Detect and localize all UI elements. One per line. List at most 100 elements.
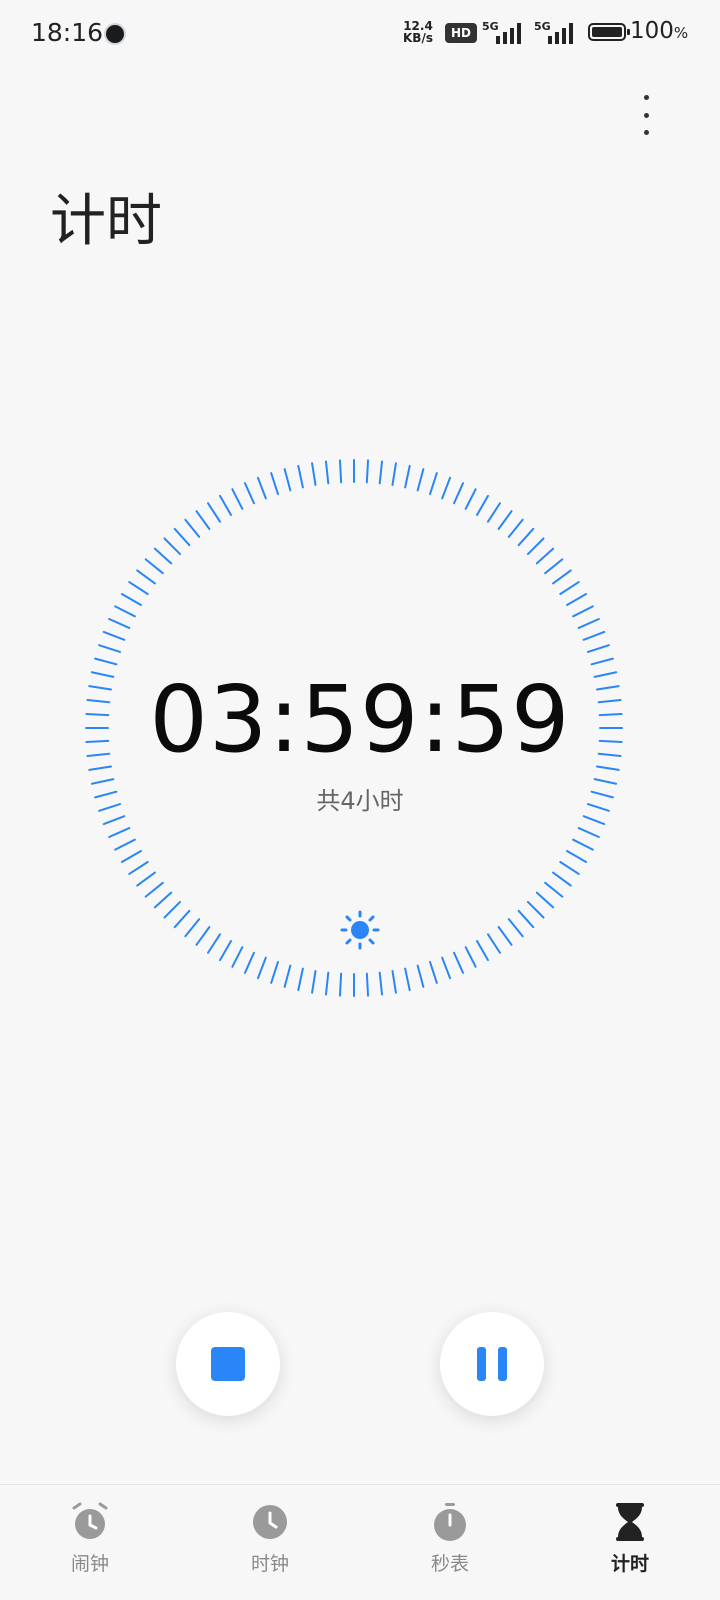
dial-tick [441, 956, 452, 980]
timer-screen: 18:16 12.4 KB/s HD 5G 5G 100% 计时 03:59:5… [0, 0, 720, 1600]
dial-tick [497, 510, 513, 530]
dial-tick [128, 860, 149, 875]
nav-stopwatch-label: 秒表 [430, 1553, 469, 1575]
more-options-icon[interactable] [636, 95, 656, 135]
dial-tick [517, 909, 535, 929]
dial-tick [572, 605, 594, 618]
dial-tick [572, 838, 594, 851]
dial-tick [114, 838, 136, 851]
status-time: 18:16 [31, 18, 104, 47]
dial-tick [136, 871, 156, 887]
dial-tick [108, 827, 131, 839]
dial-tick [195, 510, 211, 530]
dial-tick [365, 972, 370, 997]
dial-tick [404, 464, 411, 489]
sun-icon[interactable] [340, 910, 380, 950]
dial-tick [378, 460, 384, 485]
dial-tick [464, 946, 477, 968]
dial-tick [297, 967, 304, 992]
pause-icon [477, 1347, 507, 1381]
dial-tick [144, 558, 164, 575]
dial-tick [577, 827, 600, 839]
dial-tick [102, 815, 126, 826]
dial-tick [297, 464, 304, 489]
dial-tick [153, 547, 173, 565]
signal-1-icon: 5G [482, 18, 532, 48]
dial-tick [453, 482, 465, 505]
total-duration-label: 共4小时 [316, 787, 404, 815]
dial-tick [464, 488, 477, 510]
battery-level: 100% [630, 18, 689, 44]
dial-tick [544, 558, 564, 575]
pause-button[interactable] [440, 1312, 544, 1416]
stop-button[interactable] [176, 1312, 280, 1416]
dial-tick [120, 850, 142, 863]
dial-tick [184, 518, 201, 538]
dial-tick [559, 860, 580, 875]
dial-tick [256, 956, 267, 980]
dial-tick [283, 964, 292, 988]
dial-tick [120, 593, 142, 606]
nav-clock[interactable]: 时钟 [180, 1485, 360, 1600]
dial-tick [582, 630, 606, 641]
dial-tick [544, 881, 564, 898]
dial-tick [507, 518, 524, 538]
dial-tick [114, 605, 136, 618]
stopwatch-icon [434, 1503, 466, 1541]
dial-tick [429, 472, 438, 496]
dial-tick [566, 850, 588, 863]
dial-tick [535, 891, 555, 909]
dial-tick [552, 871, 572, 887]
dial-tick [526, 537, 545, 556]
dial-tick [486, 933, 501, 954]
nav-alarm-label: 闹钟 [70, 1553, 109, 1575]
dial-tick [207, 502, 222, 523]
dial-tick [365, 459, 370, 484]
dial-tick [311, 462, 317, 487]
dial-tick [586, 644, 610, 653]
dial-tick [231, 488, 244, 510]
dial-tick [552, 569, 572, 585]
dial-tick [590, 657, 614, 666]
dial-tick [270, 472, 279, 496]
app-notification-icon [104, 23, 126, 45]
nav-clock-label: 时钟 [250, 1553, 289, 1575]
dial-tick [441, 476, 452, 500]
page-title: 计时 [50, 189, 162, 254]
dial-tick [243, 482, 255, 505]
dial-tick [559, 581, 580, 596]
dial-tick [163, 900, 182, 919]
dial-tick [324, 460, 330, 485]
dial-tick [338, 459, 343, 484]
hourglass-icon [616, 1503, 644, 1541]
status-bar: 18:16 12.4 KB/s HD 5G 5G 100% [0, 0, 720, 70]
nav-alarm[interactable]: 闹钟 [0, 1485, 180, 1600]
dial-tick [270, 960, 279, 984]
alarm-icon [72, 1502, 108, 1539]
dial-tick [128, 581, 149, 596]
dial-tick [219, 940, 232, 962]
dial-tick [507, 918, 524, 938]
dial-tick [163, 537, 182, 556]
hd-badge: HD [445, 23, 477, 43]
dial-tick [526, 900, 545, 919]
clock-icon [253, 1505, 287, 1539]
dial-tick [566, 593, 588, 606]
dial-tick [184, 918, 201, 938]
dial-tick [577, 617, 600, 629]
stop-icon [211, 1347, 245, 1381]
dial-tick [517, 527, 535, 547]
bottom-nav: 闹钟 时钟 秒表 计时 [0, 1484, 720, 1600]
dial-tick [453, 951, 465, 974]
dial-tick [195, 926, 211, 946]
dial-tick [231, 946, 244, 968]
dial-tick [102, 630, 126, 641]
dial-tick [243, 951, 255, 974]
dial-tick [338, 972, 343, 997]
nav-timer[interactable]: 计时 [540, 1485, 720, 1600]
dial-tick [94, 657, 118, 666]
dial-tick [582, 815, 606, 826]
nav-stopwatch[interactable]: 秒表 [360, 1485, 540, 1600]
dial-tick [98, 644, 122, 653]
network-speed: 12.4 KB/s [403, 19, 433, 45]
